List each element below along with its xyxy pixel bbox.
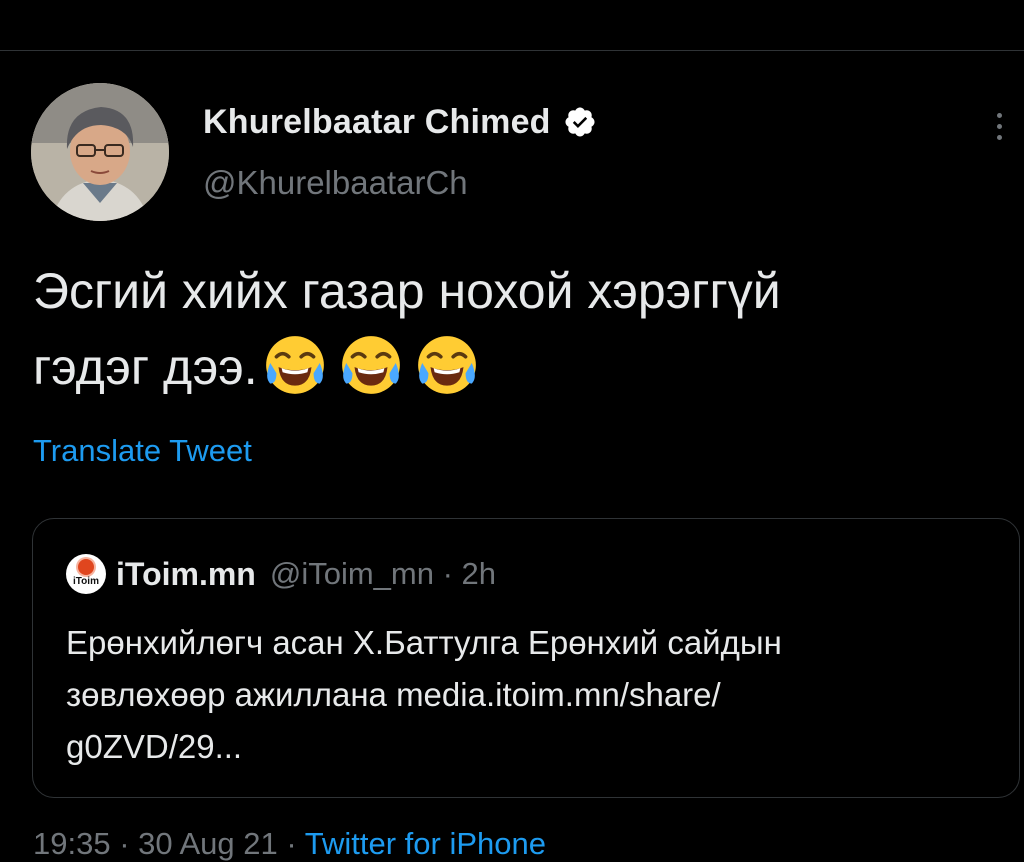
tweet-text-line: гэдэг дээ. — [33, 339, 258, 395]
more-options-icon — [996, 112, 1002, 118]
author-name-row[interactable]: Khurelbaatar Chimed — [203, 100, 597, 144]
more-options-button[interactable] — [984, 106, 1014, 146]
more-options-icon-dot — [996, 134, 1002, 140]
quoted-tweet-text: Ерөнхийлөгч асан Х.Баттулга Ерөнхий сайд… — [66, 617, 996, 773]
quoted-tweet-header: iToim iToim.mn @iToim_mn · 2h — [66, 554, 496, 594]
quoted-avatar-logo-text: iToim — [73, 576, 99, 587]
avatar-photo — [31, 83, 169, 221]
tweet-timestamp-footer: 19:35 · 30 Aug 21 · Twitter for iPhone — [33, 826, 546, 862]
quoted-tweet-text-line: зөвлөхөөр ажиллана media.itoim.mn/share/ — [66, 676, 721, 713]
translate-tweet-link[interactable]: Translate Tweet — [33, 433, 252, 469]
quoted-tweet-author-name[interactable]: iToim.mn — [116, 556, 256, 593]
tears-of-joy-emoji-icon — [417, 336, 476, 394]
top-divider — [0, 50, 1024, 51]
author-handle[interactable]: @KhurelbaatarCh — [203, 164, 468, 202]
quoted-tweet-text-line: Ерөнхийлөгч асан Х.Баттулга Ерөнхий сайд… — [66, 624, 782, 661]
tweet-text-line-2: гэдэг дээ. — [33, 329, 993, 405]
quoted-tweet-handle-time: @iToim_mn · 2h — [269, 556, 496, 591]
author-name[interactable]: Khurelbaatar Chimed — [203, 103, 551, 142]
tweet-text-line: Эсгий хийх газар нохой хэрэггүй — [33, 263, 781, 319]
tweet-text: Эсгий хийх газар нохой хэрэггүй гэдэг дэ… — [33, 253, 993, 405]
more-options-icon-dot — [996, 123, 1002, 129]
avatar[interactable] — [31, 83, 169, 221]
verified-badge-icon — [565, 107, 595, 137]
itoim-logo-icon — [78, 559, 94, 575]
emoji-row — [262, 332, 480, 398]
tears-of-joy-emoji-icon — [265, 336, 324, 394]
quoted-tweet-card[interactable]: iToim iToim.mn @iToim_mn · 2h Ерөнхийлөг… — [32, 518, 1020, 798]
quoted-tweet-text-line: g0ZVD/29... — [66, 728, 243, 765]
tweet-source-link[interactable]: Twitter for iPhone — [305, 826, 546, 861]
tears-of-joy-emoji-icon — [341, 336, 400, 394]
quoted-tweet-avatar[interactable]: iToim — [66, 554, 106, 594]
tweet-timestamp[interactable]: 19:35 · 30 Aug 21 · — [33, 826, 305, 861]
